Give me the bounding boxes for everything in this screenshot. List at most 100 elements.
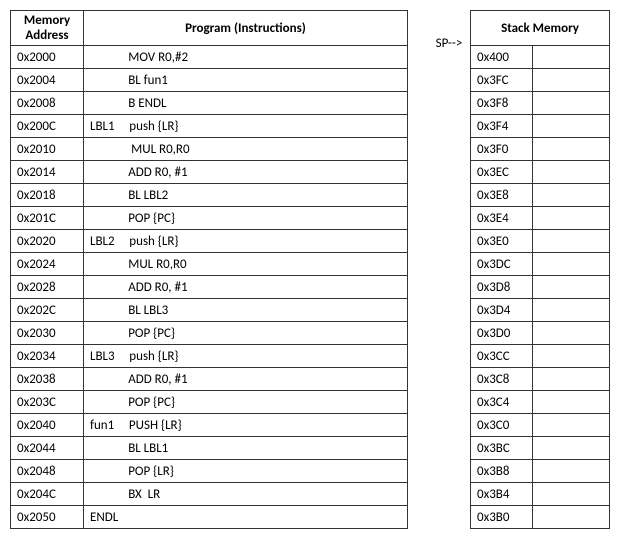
stack-value [532, 391, 609, 414]
program-table: MemoryAddress Program (Instructions) 0x2… [10, 10, 408, 529]
stack-value [532, 253, 609, 276]
memory-address: 0x2030 [11, 322, 84, 345]
sp-pointer-column: SP--> [428, 10, 470, 529]
stack-value [532, 345, 609, 368]
instruction-cell: LBL1 push {LR} [84, 115, 408, 138]
table-row: 0x2024 MUL R0,R0 [11, 253, 408, 276]
table-row: 0x3E8 [471, 184, 610, 207]
sp-cell [428, 269, 470, 293]
sp-cell [428, 245, 470, 269]
table-row: 0x3FC [471, 69, 610, 92]
table-row: 0x3C4 [471, 391, 610, 414]
stack-address: 0x3B0 [471, 506, 533, 529]
sp-cell [428, 56, 470, 80]
stack-value [532, 115, 609, 138]
stack-value [532, 92, 609, 115]
stack-value [532, 299, 609, 322]
stack-address: 0x3DC [471, 253, 533, 276]
instruction-cell: ENDL [84, 506, 408, 529]
sp-cell [428, 387, 470, 411]
stack-address: 0x3B8 [471, 460, 533, 483]
instruction-cell: LBL2 push {LR} [84, 230, 408, 253]
memory-address: 0x204C [11, 483, 84, 506]
stack-address: 0x3C8 [471, 368, 533, 391]
table-row: 0x3B4 [471, 483, 610, 506]
table-row: 0x3B0 [471, 506, 610, 529]
sp-cell [428, 127, 470, 151]
memory-address: 0x201C [11, 207, 84, 230]
table-row: 0x2000 MOV R0,#2 [11, 46, 408, 69]
instruction-cell: BL fun1 [84, 69, 408, 92]
memory-address: 0x2050 [11, 506, 84, 529]
instruction-cell: MOV R0,#2 [84, 46, 408, 69]
instruction-cell: MUL R0,R0 [84, 138, 408, 161]
table-row: 0x203C POP {PC} [11, 391, 408, 414]
table-row: 0x3C0 [471, 414, 610, 437]
table-row: 0x202C BL LBL3 [11, 299, 408, 322]
instruction-cell: BL LBL3 [84, 299, 408, 322]
table-row: 0x3BC [471, 437, 610, 460]
memory-address: 0x2034 [11, 345, 84, 368]
stack-address: 0x3E0 [471, 230, 533, 253]
instruction-cell: fun1 PUSH {LR} [84, 414, 408, 437]
stack-value [532, 184, 609, 207]
sp-cell [428, 363, 470, 387]
stack-value [532, 506, 609, 529]
stack-address: 0x3D8 [471, 276, 533, 299]
instruction-cell: MUL R0,R0 [84, 253, 408, 276]
table-row: 0x3E0 [471, 230, 610, 253]
sp-cell [428, 340, 470, 364]
sp-cell: SP--> [428, 32, 470, 56]
table-row: 0x201C POP {PC} [11, 207, 408, 230]
memory-address: 0x2048 [11, 460, 84, 483]
memory-address: 0x202C [11, 299, 84, 322]
instruction-cell: ADD R0, #1 [84, 276, 408, 299]
sp-cell [428, 458, 470, 482]
program-header-addr: MemoryAddress [11, 11, 84, 46]
table-row: 0x3D0 [471, 322, 610, 345]
sp-cell [428, 481, 470, 505]
table-row: 0x2004 BL fun1 [11, 69, 408, 92]
instruction-cell: ADD R0, #1 [84, 368, 408, 391]
stack-address: 0x3F4 [471, 115, 533, 138]
stack-value [532, 138, 609, 161]
stack-value [532, 414, 609, 437]
instruction-cell: POP {PC} [84, 207, 408, 230]
table-row: 0x2028 ADD R0, #1 [11, 276, 408, 299]
table-row: 0x200CLBL1 push {LR} [11, 115, 408, 138]
stack-value [532, 460, 609, 483]
sp-cell [428, 434, 470, 458]
memory-address: 0x2040 [11, 414, 84, 437]
table-row: 0x3B8 [471, 460, 610, 483]
sp-cell [428, 150, 470, 174]
stack-header: Stack Memory [471, 11, 610, 46]
sp-cell [428, 505, 470, 529]
stack-value [532, 483, 609, 506]
table-row: 0x3E4 [471, 207, 610, 230]
stack-address: 0x400 [471, 46, 533, 69]
table-row: 0x3CC [471, 345, 610, 368]
table-row: 0x2008 B ENDL [11, 92, 408, 115]
stack-value [532, 161, 609, 184]
table-row: 0x3EC [471, 161, 610, 184]
stack-address: 0x3C4 [471, 391, 533, 414]
instruction-cell: BX LR [84, 483, 408, 506]
stack-value [532, 69, 609, 92]
stack-address: 0x3F0 [471, 138, 533, 161]
stack-value [532, 46, 609, 69]
stack-value [532, 368, 609, 391]
sp-cell [428, 292, 470, 316]
sp-cell [428, 79, 470, 103]
table-row: 0x2050ENDL [11, 506, 408, 529]
memory-address: 0x2028 [11, 276, 84, 299]
memory-address: 0x203C [11, 391, 84, 414]
table-row: 0x2044 BL LBL1 [11, 437, 408, 460]
instruction-cell: POP {LR} [84, 460, 408, 483]
table-row: 0x2020LBL2 push {LR} [11, 230, 408, 253]
sp-cell [428, 316, 470, 340]
table-row: 0x204C BX LR [11, 483, 408, 506]
table-row: 0x2048 POP {LR} [11, 460, 408, 483]
stack-address: 0x3E8 [471, 184, 533, 207]
memory-address: 0x2000 [11, 46, 84, 69]
table-row: 0x3D8 [471, 276, 610, 299]
